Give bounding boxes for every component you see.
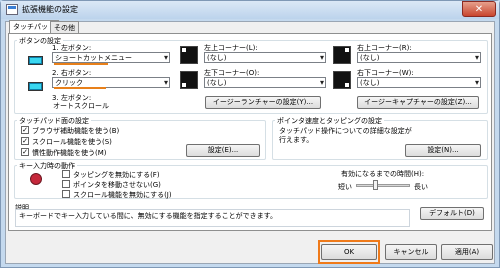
default-button[interactable]: デフォルト(D) — [420, 207, 484, 220]
delay-short-label: 短い — [338, 183, 352, 191]
pad-settings-button[interactable]: 設定(E)... — [186, 144, 260, 157]
freeze-pointer-checkbox[interactable] — [62, 180, 70, 188]
touchpad-left-icon — [28, 56, 43, 65]
top-left-corner-select[interactable]: (なし) — [204, 52, 326, 63]
pad-group-label: タッチパッド面の設定 — [17, 116, 91, 126]
disable-scroll-checkbox[interactable] — [62, 190, 70, 198]
speed-group-label: ポインタ速度とタッピングの設定 — [275, 116, 384, 126]
top-left-corner-icon — [180, 46, 198, 64]
top-right-corner-select[interactable]: (なし) — [357, 52, 481, 63]
close-button[interactable]: ✕ — [462, 1, 496, 17]
window-title: 拡張機能の設定 — [22, 5, 78, 14]
inertia-checkbox[interactable]: ✓ — [21, 148, 29, 156]
ok-button[interactable]: OK — [321, 244, 377, 260]
top-right-corner-icon — [333, 46, 351, 64]
middle-button-value: オートスクロール — [53, 102, 109, 110]
speed-settings-button[interactable]: 設定(N)... — [405, 144, 481, 157]
apply-button[interactable]: 適用(A) — [441, 244, 493, 260]
help-text: キーボードでキー入力している間に、無効にする機能を指定することができます。 — [19, 212, 277, 220]
easy-capture-button[interactable]: イージーキャプチャーの設定(Z)... — [357, 96, 479, 109]
right-button-underline — [54, 87, 106, 89]
touchpad-right-icon — [28, 82, 43, 91]
delay-long-label: 長い — [414, 183, 428, 191]
keyboard-icon — [30, 173, 42, 185]
disable-scroll-label: スクロール機能を無効にする(J) — [73, 191, 172, 199]
app-icon — [6, 4, 18, 15]
delay-time-label: 有効になるまでの時間(H): — [341, 170, 425, 178]
tab-other[interactable]: その他 — [50, 21, 79, 33]
cancel-button[interactable]: キャンセル — [385, 244, 437, 260]
delay-slider-track[interactable] — [356, 184, 410, 187]
speed-desc-line2: 行えます。 — [279, 136, 314, 144]
scroll-label: スクロール機能を使う(S) — [32, 138, 112, 146]
bottom-left-corner-icon — [180, 71, 198, 89]
inertia-label: 慣性動作機能を使う(M) — [32, 149, 107, 157]
browser-assist-label: ブラウザ補助機能を使う(B) — [32, 127, 120, 135]
bottom-right-corner-select[interactable]: (なし) — [357, 77, 481, 88]
scroll-checkbox[interactable]: ✓ — [21, 137, 29, 145]
left-button-underline — [54, 63, 108, 65]
bottom-right-corner-icon — [333, 71, 351, 89]
disable-tapping-checkbox[interactable] — [62, 170, 70, 178]
easy-launcher-button[interactable]: イージーランチャーの設定(Y)... — [205, 96, 321, 109]
left-button-select[interactable]: ショートカットメニュー — [52, 52, 170, 63]
browser-assist-checkbox[interactable]: ✓ — [21, 126, 29, 134]
disable-tapping-label: タッピングを無効にする(F) — [73, 171, 160, 179]
bottom-left-corner-select[interactable]: (なし) — [204, 77, 326, 88]
delay-slider-thumb[interactable] — [372, 180, 378, 190]
freeze-pointer-label: ポインタを移動させない(G) — [73, 181, 161, 189]
